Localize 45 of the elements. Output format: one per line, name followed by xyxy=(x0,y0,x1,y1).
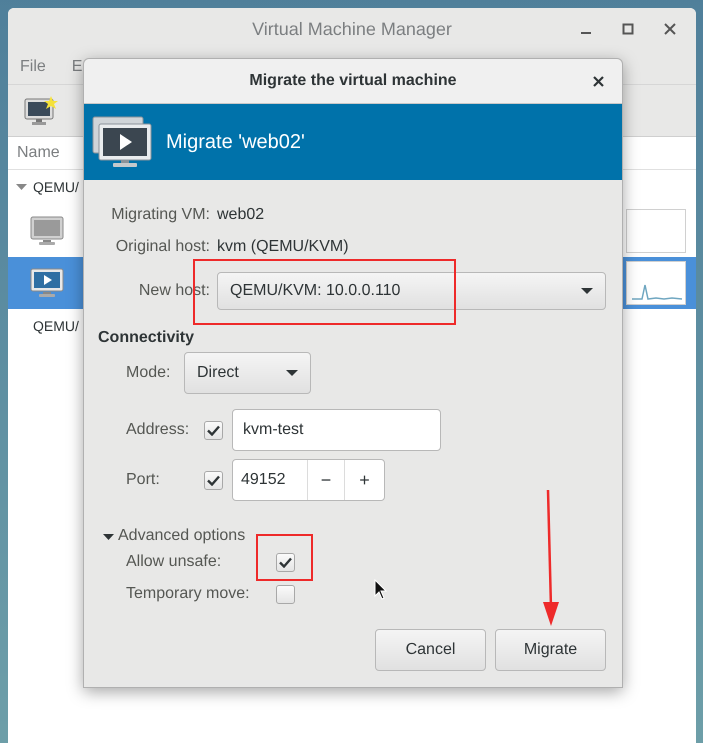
address-field[interactable]: kvm-test xyxy=(232,409,441,451)
new-vm-icon[interactable] xyxy=(24,96,58,126)
mode-dropdown[interactable]: Direct xyxy=(184,352,311,394)
monitor-icon xyxy=(30,216,64,246)
dialog-title: Migrate the virtual machine xyxy=(248,71,458,91)
monitor-play-icon xyxy=(92,116,154,168)
close-icon[interactable] xyxy=(593,76,604,86)
option-checkbox[interactable] xyxy=(276,552,295,572)
highlight-box xyxy=(256,534,313,581)
checkmark-icon xyxy=(279,556,292,568)
close-icon[interactable] xyxy=(664,23,676,35)
connection-label: QEMU/ xyxy=(33,178,79,197)
maximize-icon[interactable] xyxy=(622,23,634,35)
field-label: Address: xyxy=(126,420,190,440)
increment-button[interactable]: + xyxy=(344,460,384,500)
migrate-button[interactable]: Migrate xyxy=(495,629,606,671)
field-label: Mode: xyxy=(126,363,172,383)
cpu-graph xyxy=(626,209,686,253)
mouse-cursor-icon xyxy=(374,579,388,600)
dialog-heading: Migrate 'web02' xyxy=(166,130,305,155)
option-label: Allow unsafe: xyxy=(126,552,222,572)
field-value: kvm (QEMU/KVM) xyxy=(217,237,349,257)
cpu-graph xyxy=(626,261,686,305)
section-heading: Connectivity xyxy=(98,328,196,348)
caret-icon xyxy=(286,370,298,376)
checkmark-icon xyxy=(207,424,220,436)
host-dropdown[interactable]: QEMU/KVM: 10.0.0.110 xyxy=(217,272,606,310)
monitor-play-icon xyxy=(30,268,64,298)
address-checkbox[interactable] xyxy=(204,420,223,440)
field-value: web02 xyxy=(217,205,264,225)
advanced-expander[interactable]: Advanced options xyxy=(98,526,246,546)
field-label: Migrating VM: xyxy=(110,205,210,225)
connection-label: QEMU/ xyxy=(33,317,79,336)
field-label: Original host: xyxy=(114,237,210,257)
window-title: Virtual Machine Manager xyxy=(251,18,453,41)
field-label: Port: xyxy=(126,470,161,490)
caret-icon xyxy=(581,288,593,294)
column-header[interactable]: Name xyxy=(17,141,60,165)
checkmark-icon xyxy=(207,474,220,486)
cancel-button[interactable]: Cancel xyxy=(375,629,486,671)
decrement-button[interactable]: − xyxy=(307,460,344,500)
port-spinner[interactable]: 49152 − + xyxy=(232,459,385,501)
port-checkbox[interactable] xyxy=(204,470,223,490)
option-label: Temporary move: xyxy=(126,584,251,604)
option-checkbox[interactable] xyxy=(276,584,295,604)
